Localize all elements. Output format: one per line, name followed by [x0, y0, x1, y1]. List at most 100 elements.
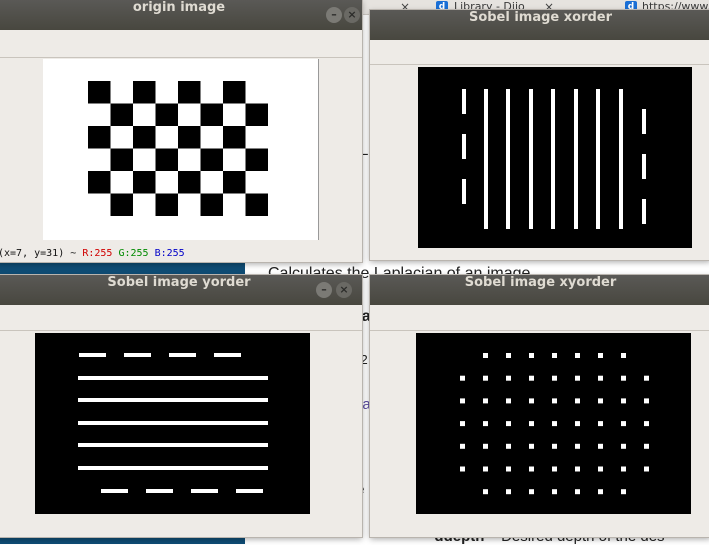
edge-line	[529, 89, 533, 229]
corner-dot	[552, 443, 557, 449]
edge-line	[78, 421, 268, 425]
edge-segment	[79, 353, 106, 357]
window-title: origin image	[132, 0, 226, 15]
corner-dot	[506, 466, 511, 472]
sobel-y-image	[78, 353, 268, 493]
toolbar-divider	[0, 57, 362, 58]
origin-image-canvas[interactable]	[43, 59, 319, 240]
checker-square	[155, 148, 178, 171]
corner-dot	[552, 398, 557, 404]
corner-dot	[460, 466, 465, 472]
corner-dot	[621, 398, 626, 404]
corner-dot	[529, 353, 534, 358]
corner-dot	[621, 466, 626, 472]
window-titlebar[interactable]: Sobel image xyorder	[370, 275, 709, 305]
corner-dot	[644, 398, 649, 404]
checker-square	[223, 171, 246, 194]
checker-square	[245, 148, 268, 171]
corner-dot	[529, 466, 534, 472]
minimize-icon[interactable]: –	[326, 7, 342, 23]
corner-dot	[506, 443, 511, 449]
sobel-xy-image	[460, 353, 649, 495]
corner-dot	[598, 375, 603, 381]
corner-dot	[621, 421, 626, 427]
corner-dot	[575, 466, 580, 472]
checker-square	[245, 193, 268, 216]
checker-square	[133, 171, 156, 194]
window-titlebar[interactable]: Sobel image xorder	[370, 10, 709, 40]
corner-dot	[460, 375, 465, 381]
corner-dot	[552, 421, 557, 427]
corner-dot	[506, 353, 511, 358]
corner-dot	[506, 421, 511, 427]
minimize-icon[interactable]: –	[316, 282, 332, 298]
edge-segment	[462, 179, 466, 204]
xyorder-window[interactable]: Sobel image xyorder	[370, 275, 709, 537]
corner-dot	[552, 466, 557, 472]
toolbar-divider	[0, 330, 362, 331]
origin-image-window[interactable]: origin image – × (x=7, y=31) ~ R:255 G:2…	[0, 0, 362, 262]
window-titlebar[interactable]: origin image – ×	[0, 0, 362, 30]
corner-dot	[506, 489, 511, 495]
yorder-window[interactable]: Sobel image yorder – ×	[0, 275, 362, 537]
edge-segment	[146, 489, 173, 493]
window-titlebar[interactable]: Sobel image yorder – ×	[0, 275, 362, 305]
corner-dot	[575, 398, 580, 404]
toolbar-divider	[370, 64, 709, 65]
corner-dot	[483, 443, 488, 449]
edge-segment	[642, 154, 646, 179]
checkerboard-image	[88, 81, 268, 216]
edge-segment	[236, 489, 263, 493]
corner-dot	[529, 421, 534, 427]
checker-square	[223, 126, 246, 149]
corner-dot	[552, 375, 557, 381]
edge-line	[78, 466, 268, 470]
corner-dot	[460, 398, 465, 404]
checker-square	[155, 193, 178, 216]
checker-square	[110, 193, 133, 216]
edge-segment	[214, 353, 241, 357]
edge-line	[506, 89, 510, 229]
checker-square	[110, 148, 133, 171]
corner-dot	[483, 489, 488, 495]
window-title: Sobel image xorder	[468, 10, 613, 25]
checker-square	[200, 103, 223, 126]
corner-dot	[644, 421, 649, 427]
xorder-canvas[interactable]	[418, 67, 692, 248]
checker-square	[88, 126, 111, 149]
pixel-status-bar: (x=7, y=31) ~ R:255 G:255 B:255	[0, 248, 185, 259]
checker-square	[178, 171, 201, 194]
corner-dot	[552, 489, 557, 495]
corner-dot	[575, 375, 580, 381]
edge-line	[78, 443, 268, 447]
xyorder-canvas[interactable]	[416, 333, 691, 514]
corner-dot	[506, 398, 511, 404]
corner-dot	[621, 443, 626, 449]
doc-sidebar-strip	[0, 536, 245, 544]
yorder-canvas[interactable]	[35, 333, 310, 514]
close-icon[interactable]: ×	[344, 7, 360, 23]
corner-dot	[552, 353, 557, 358]
corner-dot	[575, 421, 580, 427]
checker-square	[88, 171, 111, 194]
corner-dot	[621, 489, 626, 495]
corner-dot	[460, 443, 465, 449]
window-title: Sobel image xyorder	[464, 275, 617, 290]
corner-dot	[483, 421, 488, 427]
checker-square	[200, 148, 223, 171]
checker-square	[88, 81, 111, 104]
corner-dot	[644, 466, 649, 472]
xorder-window[interactable]: Sobel image xorder	[370, 10, 709, 260]
edge-line	[574, 89, 578, 229]
edge-line	[619, 89, 623, 229]
edge-segment	[101, 489, 128, 493]
checker-square	[200, 193, 223, 216]
corner-dot	[598, 466, 603, 472]
checker-square	[133, 81, 156, 104]
doc-sidebar-strip	[0, 262, 245, 276]
corner-dot	[575, 443, 580, 449]
close-icon[interactable]: ×	[336, 282, 352, 298]
cursor-coords: (x=7, y=31) ~	[0, 248, 77, 259]
edge-line	[551, 89, 555, 229]
corner-dot	[598, 443, 603, 449]
